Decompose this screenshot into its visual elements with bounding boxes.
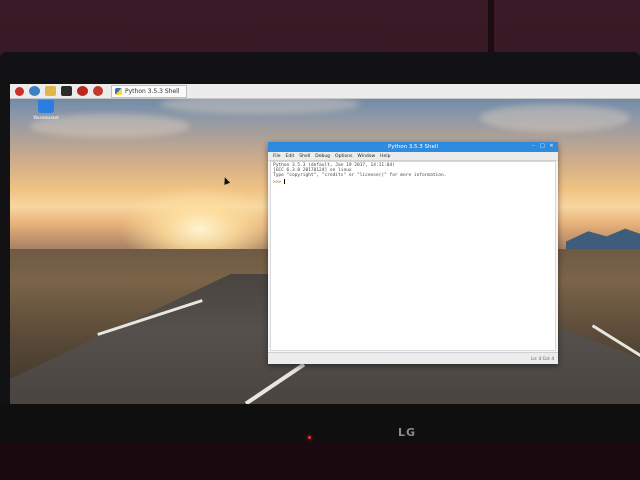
window-title: Python 3.5.3 Shell (388, 144, 438, 150)
close-icon[interactable]: × (548, 143, 555, 150)
taskbar: Python 3.5.3 Shell (10, 84, 640, 99)
raspberry-menu-icon[interactable] (15, 86, 24, 96)
maximize-icon[interactable]: □ (539, 143, 546, 150)
monitor-brand-logo: LG (398, 426, 417, 439)
wallpaper-cloud (480, 104, 630, 132)
cursor-position-status: Ln: 4 Col: 4 (531, 356, 554, 361)
trash-icon (38, 100, 54, 113)
menu-file[interactable]: File (273, 154, 281, 159)
window-statusbar: Ln: 4 Col: 4 (268, 352, 558, 364)
mathematica-icon[interactable] (77, 86, 88, 96)
shell-prompt: >>> (273, 179, 284, 185)
desk-surface (0, 442, 640, 480)
desktop-trash[interactable]: Wastebasket (26, 100, 66, 120)
python-icon (115, 87, 122, 95)
text-caret (283, 178, 285, 184)
power-led-icon (308, 436, 311, 439)
file-manager-icon[interactable] (45, 86, 56, 96)
taskbar-button-label: Python 3.5.3 Shell (125, 87, 180, 95)
shell-text-area[interactable]: Python 3.5.3 (default, Jan 19 2017, 14:1… (270, 161, 556, 351)
window-titlebar[interactable]: Python 3.5.3 Shell – □ × (268, 142, 558, 152)
web-browser-icon[interactable] (29, 86, 40, 96)
wall-seam (488, 0, 494, 60)
menu-debug[interactable]: Debug (315, 154, 330, 159)
desktop-screen: Python 3.5.3 Shell Wastebasket Python 3.… (10, 84, 640, 404)
menu-help[interactable]: Help (380, 154, 390, 159)
taskbar-python-shell-button[interactable]: Python 3.5.3 Shell (111, 84, 187, 98)
menu-window[interactable]: Window (357, 154, 375, 159)
window-controls: – □ × (528, 143, 555, 150)
trash-label: Wastebasket (33, 115, 59, 120)
python-shell-window: Python 3.5.3 Shell – □ × File Edit Shell… (268, 142, 558, 364)
terminal-icon[interactable] (61, 86, 72, 96)
menu-edit[interactable]: Edit (286, 154, 295, 159)
minimize-icon[interactable]: – (530, 143, 537, 150)
shell-prompt-line: >>> (273, 178, 553, 185)
menu-shell[interactable]: Shell (299, 154, 310, 159)
window-menubar: File Edit Shell Debug Options Window Hel… (268, 152, 558, 161)
wolfram-icon[interactable] (93, 86, 103, 96)
monitor-bottom-bezel (0, 404, 640, 442)
menu-options[interactable]: Options (335, 154, 352, 159)
